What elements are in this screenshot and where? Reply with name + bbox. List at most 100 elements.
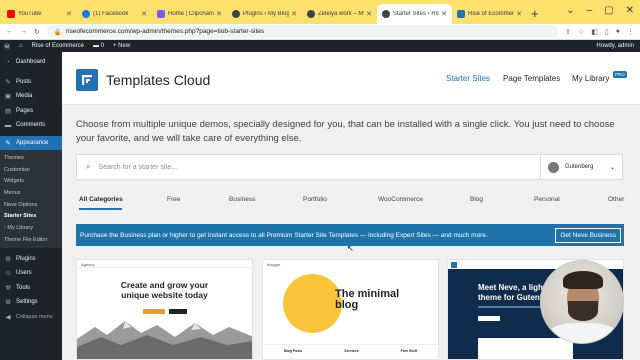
tab-all-categories[interactable]: All Categories xyxy=(79,196,123,203)
sidebar-item-posts[interactable]: ✎ Posts xyxy=(0,75,62,90)
intro-text: Choose from multiple unique demos, speci… xyxy=(76,119,615,144)
sidebar-item-settings[interactable]: ⚙ Settings xyxy=(0,295,62,310)
new-content-link[interactable]: + New xyxy=(113,43,130,49)
browser-tab-active[interactable]: Starter Sites ‹ Rise of✕ xyxy=(377,4,452,24)
starter-site-card[interactable]: blogger The minimal blog Blog Posts Servi… xyxy=(262,259,439,360)
tab-business[interactable]: Business xyxy=(229,196,255,203)
forward-icon[interactable]: → xyxy=(20,28,27,35)
search-icon: ⌕ xyxy=(86,162,91,171)
admin-sidebar: ◔ Dashboard ✎ Posts ▣ Media ▤ Pages ▬ Comment… xyxy=(0,52,62,360)
nav-my-library[interactable]: My Library xyxy=(572,74,609,83)
plugin-icon: ⚙ xyxy=(5,255,11,263)
submenu-my-library[interactable]: › My Library xyxy=(0,222,62,234)
back-icon[interactable]: ← xyxy=(6,28,13,35)
browser-tab[interactable]: Home | Clipchamp ✕ xyxy=(152,4,227,24)
reload-icon[interactable]: ↻ xyxy=(34,28,40,36)
submenu-neve-options[interactable]: Neve Options xyxy=(0,199,62,211)
lock-icon: 🔒 xyxy=(53,28,62,36)
close-icon[interactable]: ✕ xyxy=(291,10,297,18)
close-icon[interactable]: ✕ xyxy=(441,10,447,18)
mouse-cursor-icon: ↖ xyxy=(347,244,354,253)
close-icon[interactable]: ✕ xyxy=(141,10,147,18)
presenter-shirt xyxy=(547,323,619,343)
sidebar-item-tools[interactable]: ⚒ Tools xyxy=(0,281,62,296)
star-icon[interactable]: ☆ xyxy=(578,28,584,36)
browser-tab[interactable]: Plugins ‹ My Blog —✕ xyxy=(227,4,302,24)
brush-icon: ✎ xyxy=(5,139,11,147)
new-tab-button[interactable]: + xyxy=(527,6,545,24)
collapse-icon: ◀ xyxy=(5,313,11,321)
card-cta-button xyxy=(142,309,165,314)
close-icon[interactable]: ✕ xyxy=(366,10,372,18)
sidebar-item-pages[interactable]: ▤ Pages xyxy=(0,104,62,119)
sidebar-item-users[interactable]: ☺ Users xyxy=(0,266,62,281)
sidebar-item-dashboard[interactable]: ◔ Dashboard xyxy=(0,55,62,70)
profile-icon[interactable]: ● xyxy=(616,28,620,36)
youtube-icon xyxy=(7,10,15,18)
wordpress-icon xyxy=(307,10,315,18)
url-input[interactable]: 🔒 riseofecommerce.com/wp-admin/themes.php… xyxy=(46,25,559,38)
wp-admin-bar: Ⓦ ⌂ Rise of Ecommerce ▬ 0 + New Howdy, a… xyxy=(0,40,640,52)
tab-personal[interactable]: Personal xyxy=(534,196,560,203)
card-secondary-button xyxy=(168,309,187,314)
minimize-icon[interactable]: – xyxy=(587,5,593,16)
clipchamp-icon xyxy=(157,10,165,18)
close-icon[interactable]: ✕ xyxy=(66,10,72,18)
submenu-theme-file-editor[interactable]: Theme File Editor xyxy=(0,234,62,246)
card-site-header: Agency xyxy=(77,260,252,268)
browser-tab[interactable]: Rise of Ecommerce✕ xyxy=(452,4,527,24)
builder-select[interactable]: Gutenberg ⌄ xyxy=(540,155,622,179)
chevron-down-icon[interactable]: ⌄ xyxy=(566,5,574,16)
submenu-widgets[interactable]: Widgets xyxy=(0,175,62,187)
comment-icon: ▬ xyxy=(93,43,99,49)
nav-page-templates[interactable]: Page Templates xyxy=(503,74,560,83)
close-icon[interactable]: ✕ xyxy=(626,5,634,16)
gutenberg-icon xyxy=(548,161,559,173)
tab-other[interactable]: Other xyxy=(608,196,624,203)
pro-badge: PRO xyxy=(613,71,627,78)
facebook-icon xyxy=(82,10,90,18)
card-footer: Blog Posts Services Free Stuff xyxy=(263,344,438,359)
chevron-down-icon: ⌄ xyxy=(609,164,615,171)
search-bar: ⌕ Search for a starter site... Gutenberg… xyxy=(76,154,623,180)
sidebar-item-comments[interactable]: ▬ Comments xyxy=(0,118,62,133)
nav-starter-sites[interactable]: Starter Sites xyxy=(446,74,490,83)
tab-free[interactable]: Free xyxy=(167,196,180,203)
submenu-menus[interactable]: Menus xyxy=(0,187,62,199)
active-tab-indicator xyxy=(79,208,122,210)
home-icon[interactable]: ⌂ xyxy=(19,43,23,49)
submenu-customize[interactable]: Customize xyxy=(0,164,62,176)
sidepanel-icon[interactable]: ▯ xyxy=(605,28,609,36)
share-icon[interactable]: ⇪ xyxy=(565,28,571,36)
collapse-menu-button[interactable]: ◀ Collapse menu xyxy=(0,310,62,325)
dashboard-icon: ◔ xyxy=(6,58,10,66)
starter-site-card[interactable]: Agency Create and grow your unique websit… xyxy=(76,259,253,360)
howdy-link[interactable]: Howdy, admin xyxy=(596,43,634,49)
browser-tab[interactable]: YouTube ✕ xyxy=(2,4,77,24)
comments-link[interactable]: ▬ 0 xyxy=(93,43,104,49)
close-icon[interactable]: ✕ xyxy=(216,10,222,18)
wrench-icon: ⚒ xyxy=(5,284,11,292)
category-tabs: All Categories Free Business Portfolio W… xyxy=(76,190,626,210)
site-logo-icon xyxy=(451,261,457,268)
browser-actions: ⇪ ☆ ◧ ▯ ● ⋮ xyxy=(565,28,634,36)
browser-tab[interactable]: Zeleiya work – My Bl✕ xyxy=(302,4,377,24)
menu-icon[interactable]: ⋮ xyxy=(627,28,634,36)
maximize-icon[interactable]: ▢ xyxy=(604,5,613,16)
tab-woocommerce[interactable]: WooCommerce xyxy=(378,196,423,203)
sidebar-item-appearance[interactable]: ✎ Appearance xyxy=(0,135,62,150)
close-icon[interactable]: ✕ xyxy=(516,10,522,18)
site-name-link[interactable]: Rise of Ecommerce xyxy=(32,43,84,49)
tab-blog[interactable]: Blog xyxy=(470,196,483,203)
tab-portfolio[interactable]: Portfolio xyxy=(303,196,327,203)
submenu-themes[interactable]: Themes xyxy=(0,152,62,164)
extensions-icon[interactable]: ◧ xyxy=(591,28,598,36)
get-neve-business-button[interactable]: Get Neve Business xyxy=(555,228,621,243)
submenu-starter-sites[interactable]: Starter Sites xyxy=(0,210,62,222)
search-input[interactable]: Search for a starter site... xyxy=(98,164,540,171)
sidebar-item-media[interactable]: ▣ Media xyxy=(0,89,62,104)
browser-tab[interactable]: (1) Facebook ✕ xyxy=(77,4,152,24)
yellow-circle-graphic xyxy=(283,274,342,333)
sidebar-item-plugins[interactable]: ⚙ Plugins xyxy=(0,252,62,267)
wordpress-logo-icon[interactable]: Ⓦ xyxy=(4,42,10,51)
